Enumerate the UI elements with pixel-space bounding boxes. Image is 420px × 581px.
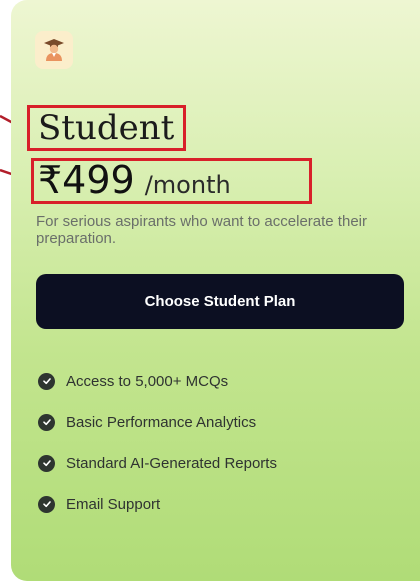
feature-label: Standard AI-Generated Reports [66, 454, 277, 472]
list-item: Basic Performance Analytics [38, 410, 277, 434]
price-amount: ₹499 [38, 158, 135, 202]
list-item: Email Support [38, 492, 277, 516]
student-graduate-icon [44, 39, 64, 61]
check-icon [38, 454, 55, 472]
avatar [35, 31, 73, 69]
feature-label: Access to 5,000+ MCQs [66, 372, 229, 390]
list-item: Standard AI-Generated Reports [38, 451, 277, 475]
check-icon [38, 372, 55, 390]
price: ₹499 /month [38, 158, 231, 202]
check-icon [38, 495, 55, 513]
price-period: /month [144, 171, 231, 199]
feature-label: Email Support [66, 495, 161, 513]
check-icon [38, 413, 55, 431]
choose-plan-button[interactable]: Choose Student Plan [36, 274, 404, 329]
plan-name: Student [38, 108, 175, 148]
list-item: Access to 5,000+ MCQs [38, 369, 277, 393]
feature-label: Basic Performance Analytics [66, 413, 257, 431]
feature-list: Access to 5,000+ MCQs Basic Performance … [38, 369, 277, 533]
plan-description: For serious aspirants who want to accele… [36, 213, 367, 247]
